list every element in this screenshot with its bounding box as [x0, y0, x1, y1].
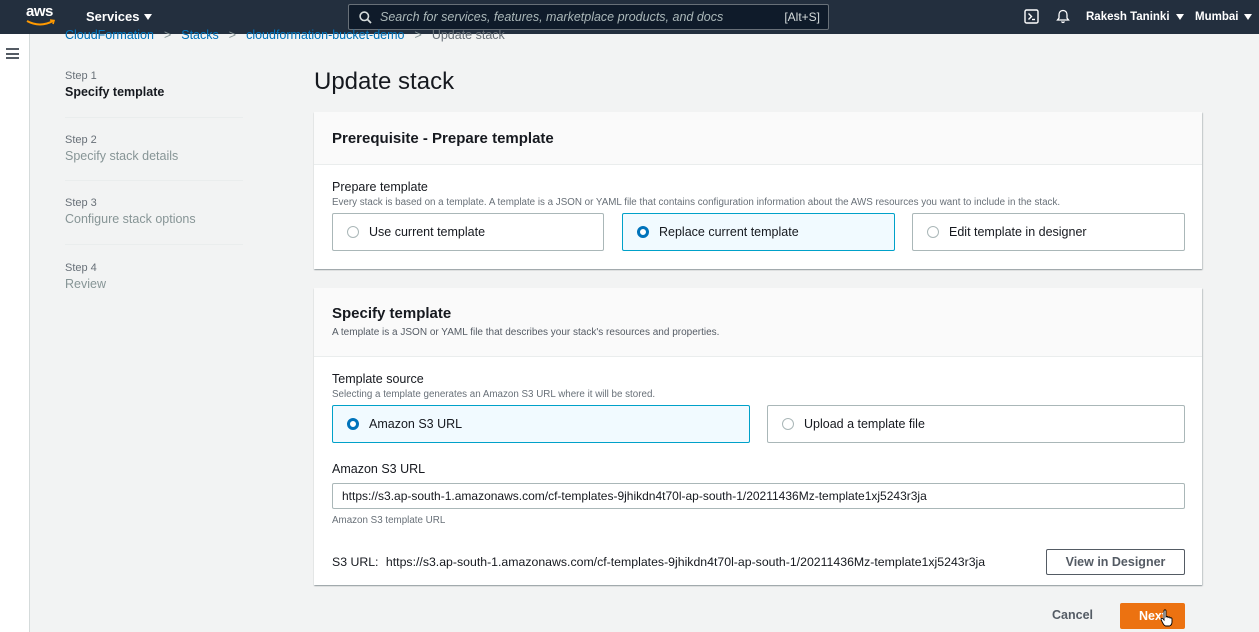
chevron-right-icon: > [163, 28, 172, 42]
panel-description: A template is a JSON or YAML file that d… [332, 327, 720, 338]
step-label: Review [65, 277, 106, 291]
step-3: Step 3 Configure stack options [65, 181, 243, 244]
search-bar[interactable]: Search for services, features, marketpla… [348, 4, 829, 30]
panel-heading: Specify template [332, 305, 452, 322]
caret-down-icon [1244, 14, 1253, 20]
panel-header: Prerequisite - Prepare template [314, 112, 1202, 165]
radio-button[interactable] [927, 226, 939, 238]
option-label: Edit template in designer [949, 225, 1087, 239]
upload-template-file-option[interactable]: Upload a template file [767, 405, 1185, 443]
step-label: Specify template [65, 85, 165, 99]
chevron-right-icon: > [228, 28, 237, 42]
radio-button[interactable] [347, 226, 359, 238]
region-menu[interactable]: Mumbai [1195, 0, 1253, 34]
panel-header: Specify template A template is a JSON or… [314, 288, 1202, 357]
aws-smile-icon [26, 19, 56, 26]
radio-button[interactable] [782, 418, 794, 430]
next-button[interactable]: Next [1120, 603, 1185, 629]
step-number: Step 2 [65, 134, 97, 146]
user-name: Rakesh Taninki [1086, 11, 1170, 23]
amazon-s3-url-label: Amazon S3 URL [332, 462, 426, 476]
breadcrumb-current: Update stack [431, 28, 505, 42]
amazon-s3-url-input[interactable]: https://s3.ap-south-1.amazonaws.com/cf-t… [332, 483, 1185, 509]
option-label: Amazon S3 URL [369, 417, 463, 431]
option-label: Upload a template file [804, 417, 925, 431]
panel-heading: Prerequisite - Prepare template [332, 130, 554, 147]
page-title: Update stack [314, 68, 455, 95]
step-number: Step 4 [65, 262, 97, 274]
step-number: Step 3 [65, 197, 97, 209]
menu-icon[interactable] [6, 48, 19, 59]
step-1[interactable]: Step 1 Specify template [65, 70, 243, 117]
step-4: Step 4 Review [65, 245, 243, 305]
services-label: Services [86, 9, 140, 24]
breadcrumb-cloudformation[interactable]: CloudFormation [65, 28, 154, 42]
region-name: Mumbai [1195, 11, 1239, 23]
user-menu[interactable]: Rakesh Taninki [1086, 0, 1184, 34]
hand-cursor-icon [1160, 609, 1173, 627]
step-number: Step 1 [65, 70, 97, 82]
breadcrumb: CloudFormation > Stacks > cloudformation… [65, 28, 505, 42]
s3-url-prefix: S3 URL: [332, 555, 379, 569]
search-shortcut: [Alt+S] [784, 10, 820, 24]
cancel-button[interactable]: Cancel [1052, 608, 1093, 622]
chevron-right-icon: > [414, 28, 422, 42]
edit-template-in-designer-option[interactable]: Edit template in designer [912, 213, 1185, 251]
prepare-template-description: Every stack is based on a template. A te… [332, 197, 1061, 208]
search-icon [359, 10, 372, 24]
radio-button-selected[interactable] [347, 418, 359, 430]
bell-icon[interactable] [1056, 9, 1070, 24]
caret-down-icon [1175, 14, 1184, 20]
amazon-s3-url-option[interactable]: Amazon S3 URL [332, 405, 750, 443]
side-navigation-collapsed [0, 34, 30, 632]
aws-logo-text: aws [26, 3, 53, 20]
cloudshell-icon[interactable] [1024, 9, 1039, 24]
services-menu[interactable]: Services [86, 9, 152, 24]
caret-down-icon [143, 13, 152, 20]
view-in-designer-button[interactable]: View in Designer [1046, 549, 1185, 575]
search-placeholder: Search for services, features, marketpla… [380, 10, 724, 24]
use-current-template-option[interactable]: Use current template [332, 213, 604, 251]
radio-button-selected[interactable] [637, 226, 649, 238]
step-2: Step 2 Specify stack details [65, 118, 243, 180]
prepare-template-label: Prepare template [332, 180, 428, 194]
s3-url-readout: S3 URL: https://s3.ap-south-1.amazonaws.… [332, 555, 985, 569]
option-label: Use current template [369, 225, 486, 239]
amazon-s3-url-hint: Amazon S3 template URL [332, 515, 446, 526]
template-source-label: Template source [332, 372, 424, 386]
breadcrumb-stack-name[interactable]: cloudformation-bucket-demo [246, 28, 404, 42]
s3-url-value: https://s3.ap-south-1.amazonaws.com/cf-t… [385, 555, 986, 569]
step-label: Specify stack details [65, 149, 179, 163]
option-label: Replace current template [659, 225, 799, 239]
aws-logo[interactable]: aws [26, 3, 58, 29]
breadcrumb-stacks[interactable]: Stacks [181, 28, 219, 42]
wizard-steps: Step 1 Specify template Step 2 Specify s… [65, 70, 243, 305]
step-label: Configure stack options [65, 212, 196, 226]
template-source-description: Selecting a template generates an Amazon… [332, 389, 656, 400]
replace-current-template-option[interactable]: Replace current template [622, 213, 895, 251]
